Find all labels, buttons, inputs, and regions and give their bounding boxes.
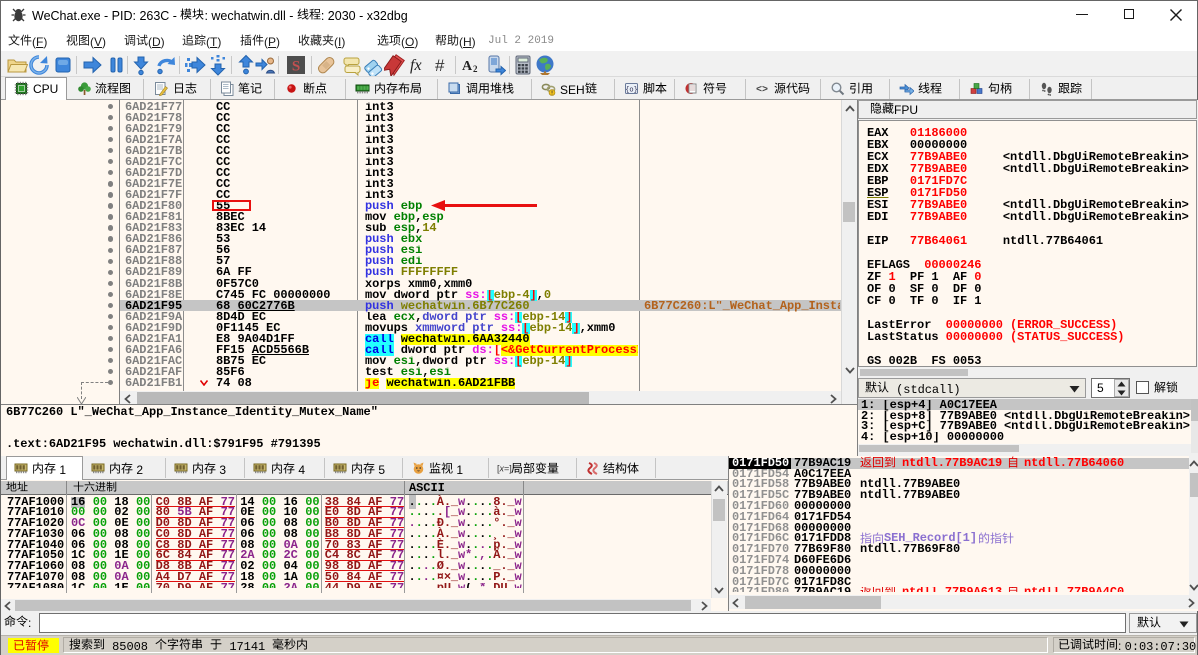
svg-text:A: A	[462, 59, 473, 74]
svg-text:[x=]: [x=]	[497, 464, 512, 474]
svg-text:{o}: {o}	[625, 87, 638, 95]
svg-text:<>: <>	[756, 85, 768, 96]
svg-text:#: #	[435, 56, 445, 75]
svg-text:!: !	[551, 91, 553, 96]
svg-text:fx: fx	[410, 57, 422, 74]
svg-text:2: 2	[473, 64, 478, 74]
svg-text:S: S	[292, 59, 300, 75]
